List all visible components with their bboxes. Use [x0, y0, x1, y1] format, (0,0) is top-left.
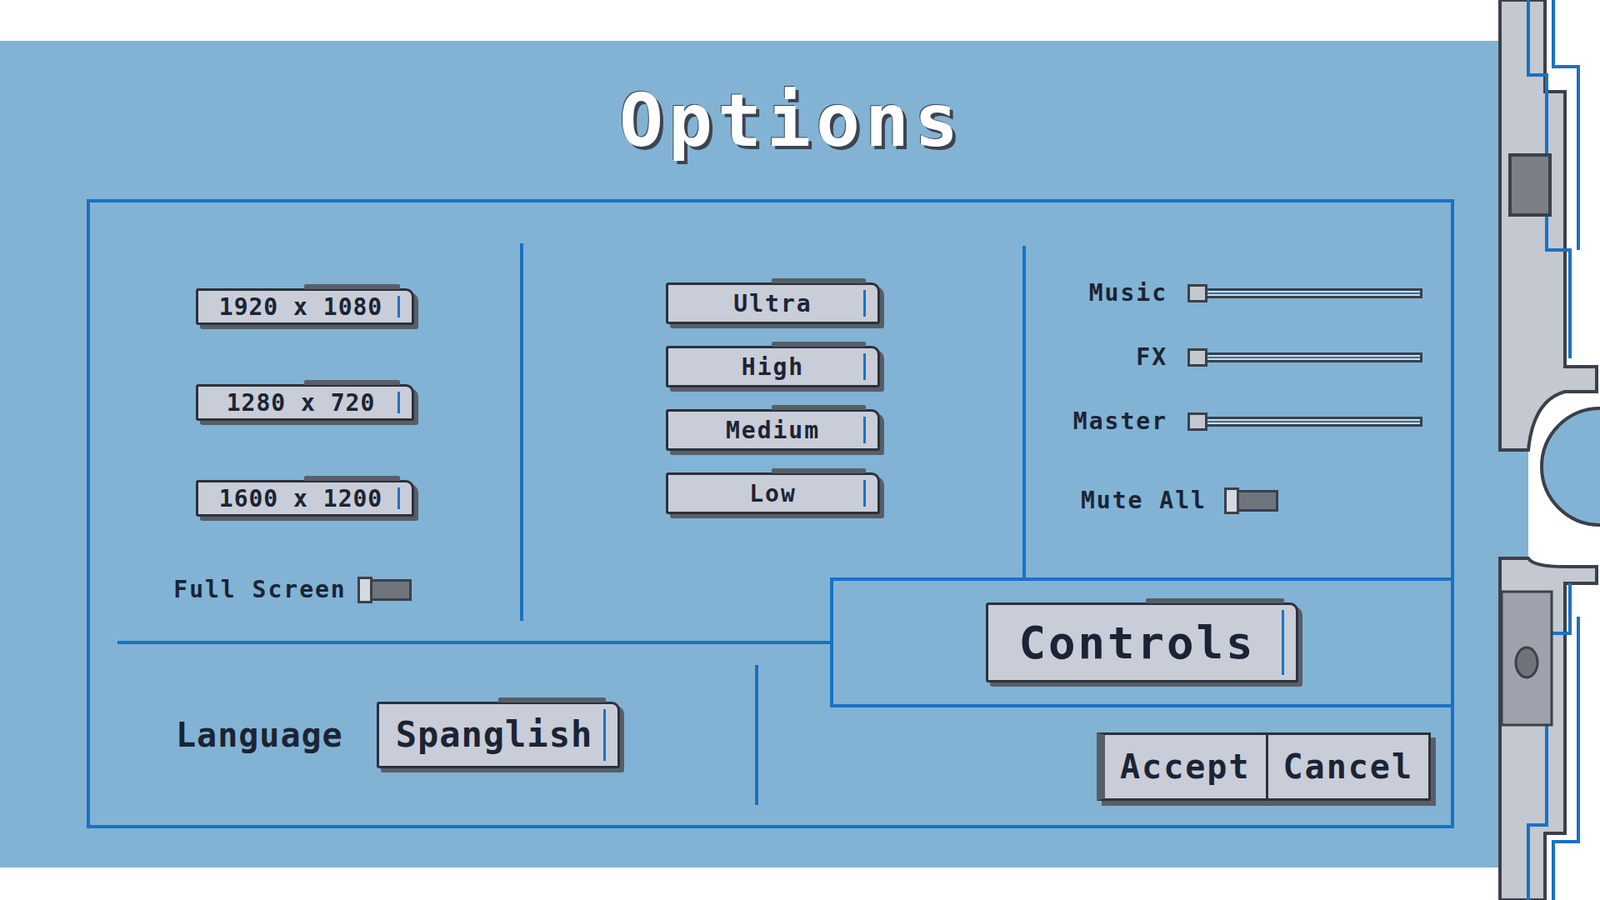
quality-section: Ultra High Medium Low — [523, 245, 1026, 578]
slider-row: Music — [1025, 279, 1451, 307]
options-screen: Options 1920 x 1080 1280 x 720 1600 x 1200 F… — [0, 0, 1600, 900]
fullscreen-row: Full Screen — [173, 575, 411, 604]
slider-label: FX — [1025, 343, 1168, 371]
volume-slider[interactable] — [1187, 345, 1423, 370]
mute-label: Mute All — [1080, 486, 1207, 515]
resolution-button[interactable]: 1280 x 720 — [195, 384, 415, 421]
language-button[interactable]: Spanglish — [376, 701, 621, 769]
slider-track — [1187, 288, 1423, 299]
divider — [755, 665, 759, 805]
options-area: Options 1920 x 1080 1280 x 720 1600 x 1200 F… — [0, 0, 1495, 900]
mute-row: Mute All — [1025, 486, 1451, 515]
slider-handle[interactable] — [1187, 412, 1208, 431]
quality-button[interactable]: Low — [665, 472, 880, 515]
resolution-button[interactable]: 1600 x 1200 — [195, 480, 415, 517]
volume-slider[interactable] — [1187, 409, 1423, 435]
quality-button[interactable]: Ultra — [665, 282, 880, 325]
action-section: AcceptCancel — [830, 707, 1451, 825]
resolution-button[interactable]: 1920 x 1080 — [195, 288, 415, 325]
controls-section: Controls — [830, 577, 1451, 708]
action-button[interactable]: Accept — [1105, 735, 1266, 799]
quality-button[interactable]: Medium — [665, 409, 880, 451]
mute-toggle[interactable] — [1225, 490, 1279, 512]
display-section: 1920 x 1080 1280 x 720 1600 x 1200 Full Scr… — [90, 243, 524, 621]
slider-row: FX — [1025, 343, 1451, 371]
bottom-strip — [0, 867, 1495, 900]
toggle-knob — [1224, 487, 1240, 515]
action-button[interactable]: Cancel — [1265, 735, 1430, 799]
fullscreen-label: Full Screen — [173, 575, 346, 604]
slider-track — [1187, 416, 1423, 427]
slider-row: Master — [1025, 407, 1451, 435]
audio-section: Music FX Master Mute All — [1025, 202, 1451, 578]
header: Options — [86, 40, 1455, 200]
language-section: Language Spanglish — [117, 640, 830, 825]
door-frame-icon — [1495, 0, 1600, 900]
toggle-knob — [357, 576, 373, 604]
language-label: Language — [175, 715, 344, 755]
options-title: Options — [619, 77, 964, 164]
slider-label: Music — [1025, 279, 1168, 307]
fullscreen-toggle[interactable] — [358, 579, 412, 601]
top-strip — [0, 0, 1495, 41]
action-buttons: AcceptCancel — [1096, 732, 1431, 801]
slider-label: Master — [1025, 407, 1168, 435]
controls-button[interactable]: Controls — [985, 602, 1298, 683]
slider-track — [1187, 352, 1423, 363]
options-panel: Options 1920 x 1080 1280 x 720 1600 x 1200 F… — [0, 40, 1495, 868]
quality-button[interactable]: High — [665, 345, 880, 388]
slider-handle[interactable] — [1187, 348, 1208, 367]
volume-slider[interactable] — [1187, 280, 1423, 306]
options-box: 1920 x 1080 1280 x 720 1600 x 1200 Full Scr… — [86, 199, 1455, 829]
slider-handle[interactable] — [1187, 284, 1208, 303]
